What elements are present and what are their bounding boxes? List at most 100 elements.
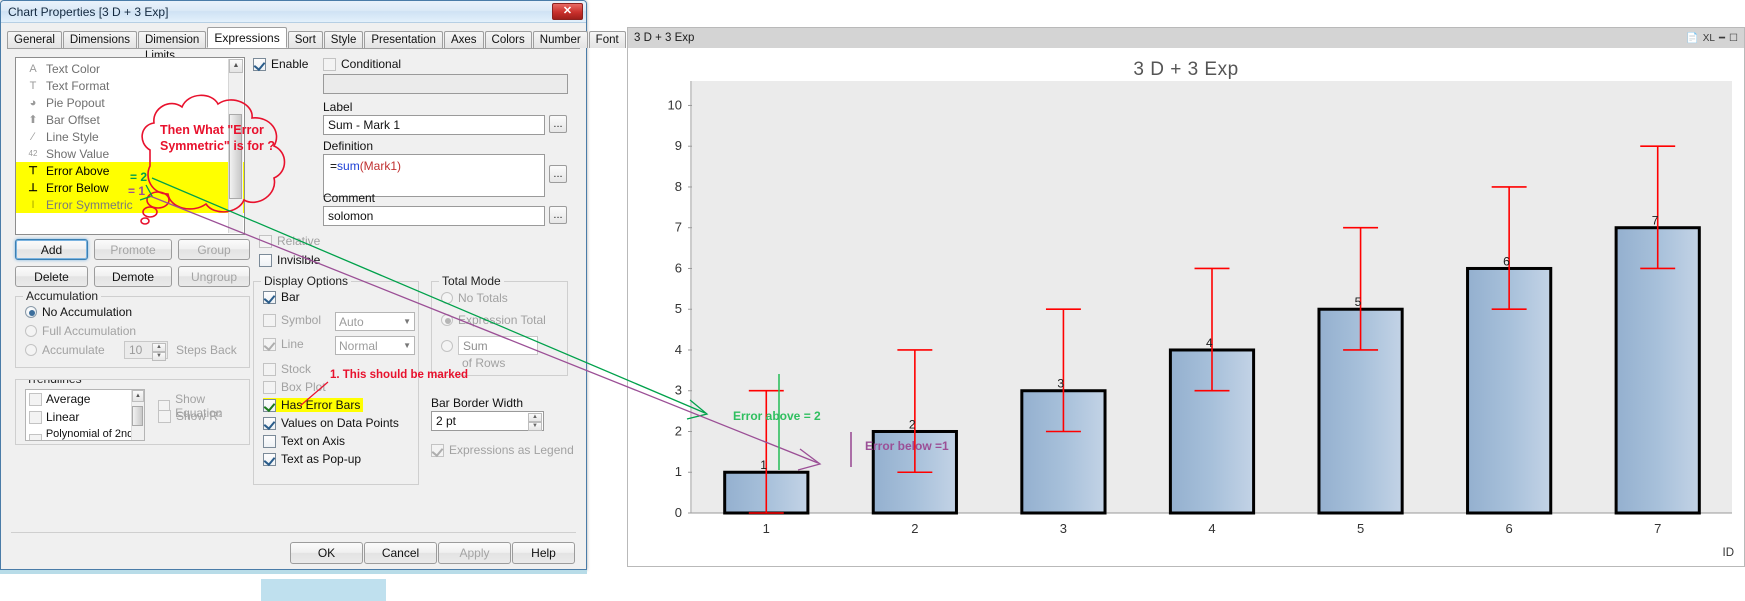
tree-item-text-color[interactable]: A Text Color xyxy=(16,60,244,77)
tab-colors[interactable]: Colors xyxy=(484,31,532,48)
tab-general[interactable]: General xyxy=(7,31,62,48)
has-error-bars-checkbox[interactable]: Has Error Bars xyxy=(263,398,364,412)
scrollbar-thumb[interactable] xyxy=(229,114,242,199)
comment-input[interactable]: solomon xyxy=(323,206,545,226)
symbol-combo-value: Auto xyxy=(339,314,364,329)
y-axis-tick-label: 3 xyxy=(675,383,682,398)
box-plot-checkbox[interactable]: Box Plot xyxy=(263,380,326,394)
symbol-checkbox[interactable]: Symbol xyxy=(263,313,321,327)
label-input[interactable]: Sum - Mark 1 xyxy=(323,115,545,135)
promote-button[interactable]: Promote xyxy=(94,239,172,260)
definition-argument: (Mark1) xyxy=(359,159,402,173)
tree-item-label: Show Value xyxy=(46,146,110,161)
y-axis-tick-label: 4 xyxy=(675,342,682,357)
relative-checkbox[interactable]: Relative xyxy=(259,234,320,248)
expressions-as-legend-checkbox[interactable]: Expressions as Legend xyxy=(431,443,574,457)
add-button[interactable]: Add xyxy=(15,239,88,260)
tree-item-show-value[interactable]: 42 Show Value xyxy=(16,145,244,162)
demote-button[interactable]: Demote xyxy=(94,266,172,287)
tab-sort[interactable]: Sort xyxy=(287,31,323,48)
show-r2-checkbox[interactable]: Show R² xyxy=(158,409,222,423)
tree-item-text-format[interactable]: T Text Format xyxy=(16,77,244,94)
group-button[interactable]: Group xyxy=(178,239,250,260)
x-axis-tick-label: 6 xyxy=(1506,521,1513,536)
tab-presentation[interactable]: Presentation xyxy=(364,31,443,48)
bar-border-width-spinner[interactable]: ▲ ▼ xyxy=(528,413,542,431)
tree-item-pie-popout[interactable]: ◕ Pie Popout xyxy=(16,94,244,111)
radio-full-accumulation[interactable]: Full Accumulation xyxy=(25,324,136,338)
scroll-up-icon[interactable]: ▲ xyxy=(132,390,144,402)
enable-checkbox[interactable]: Enable xyxy=(253,57,308,71)
maximize-icon[interactable]: ☐ xyxy=(1729,33,1738,44)
bar-checkbox[interactable]: Bar xyxy=(263,290,300,304)
tree-item-bar-offset[interactable]: ⬆ Bar Offset xyxy=(16,111,244,128)
tab-dimensions[interactable]: Dimensions xyxy=(62,31,137,48)
radio-accumulate[interactable]: Accumulate xyxy=(25,343,105,357)
trendline-item-average[interactable]: Average xyxy=(26,390,144,408)
comment-ellipsis-button[interactable]: ... xyxy=(549,206,567,224)
checkbox-icon xyxy=(263,398,276,412)
checkbox-icon xyxy=(253,57,266,71)
tree-item-line-style[interactable]: ∕ Line Style xyxy=(16,128,244,145)
line-checkbox[interactable]: Line xyxy=(263,337,304,351)
radio-no-accumulation[interactable]: No Accumulation xyxy=(25,305,132,319)
tab-dimension-limits[interactable]: Dimension Limits xyxy=(138,31,207,62)
help-button[interactable]: Help xyxy=(512,542,575,564)
minimize-icon[interactable]: ━ xyxy=(1719,33,1725,44)
tab-number[interactable]: Number xyxy=(532,31,588,48)
scrollbar-thumb[interactable] xyxy=(132,406,143,426)
cancel-button[interactable]: Cancel xyxy=(364,542,437,564)
trendlines-list[interactable]: Average Linear Polynomial of 2nd d Polyn… xyxy=(25,389,145,441)
definition-ellipsis-button[interactable]: ... xyxy=(549,165,567,183)
trendline-item-poly2[interactable]: Polynomial of 2nd d xyxy=(26,426,144,440)
trendlines-scrollbar[interactable]: ▲ xyxy=(131,390,144,440)
text-on-axis-checkbox[interactable]: Text on Axis xyxy=(263,434,345,448)
radio-sum-of-rows[interactable]: Sum xyxy=(441,336,538,355)
checkbox-icon xyxy=(263,337,276,351)
label-ellipsis-button[interactable]: ... xyxy=(549,115,567,133)
tab-axes[interactable]: Axes xyxy=(443,31,484,48)
radio-label: Expression Total xyxy=(458,313,546,327)
tree-scrollbar[interactable]: ▲ xyxy=(228,59,243,233)
text-as-popup-checkbox[interactable]: Text as Pop-up xyxy=(263,452,361,466)
steps-back-spinner[interactable]: ▲ ▼ xyxy=(152,343,166,361)
export-icon[interactable]: 📄 xyxy=(1686,33,1698,44)
bar[interactable] xyxy=(1614,226,1701,515)
radio-no-totals[interactable]: No Totals xyxy=(441,291,508,305)
definition-caption: Definition xyxy=(323,139,374,153)
y-axis-tick-label: 10 xyxy=(668,97,682,112)
line-combo[interactable]: Normal ▼ xyxy=(335,336,415,355)
tab-font[interactable]: Font xyxy=(588,31,626,48)
checkbox-icon xyxy=(263,416,276,430)
bar-border-width-input[interactable]: 2 pt ▲ ▼ xyxy=(431,411,544,431)
excel-icon[interactable]: XL xyxy=(1703,33,1715,44)
tab-expressions[interactable]: Expressions xyxy=(207,27,287,48)
radio-expression-total[interactable]: Expression Total xyxy=(441,313,546,327)
invisible-checkbox[interactable]: Invisible xyxy=(259,253,320,267)
tab-style[interactable]: Style xyxy=(323,31,364,48)
tree-item-error-symmetric[interactable]: I Error Symmetric xyxy=(16,196,244,213)
tree-item-error-above[interactable]: ⊤ Error Above xyxy=(16,162,244,179)
conditional-checkbox[interactable]: Conditional xyxy=(323,57,401,71)
ungroup-button[interactable]: Ungroup xyxy=(178,266,250,287)
sum-combo[interactable]: Sum xyxy=(458,336,538,355)
expression-attribute-tree[interactable]: A Text Color T Text Format ◕ Pie Popout … xyxy=(15,57,245,235)
scroll-up-icon[interactable]: ▲ xyxy=(229,59,243,73)
stock-checkbox[interactable]: Stock xyxy=(263,362,311,376)
apply-button[interactable]: Apply xyxy=(438,542,511,564)
taskbar-item[interactable] xyxy=(261,579,386,601)
conditional-input[interactable] xyxy=(323,74,568,94)
tree-item-error-below[interactable]: ⊥ Error Below xyxy=(16,179,244,196)
error-symmetric-icon: I xyxy=(31,198,35,211)
delete-button[interactable]: Delete xyxy=(15,266,88,287)
window-bottom-edge xyxy=(0,570,587,574)
x-axis-tick-label: 5 xyxy=(1357,521,1364,536)
ok-button[interactable]: OK xyxy=(290,542,363,564)
close-icon[interactable]: ✕ xyxy=(552,3,583,20)
trendline-item-linear[interactable]: Linear xyxy=(26,408,144,426)
y-axis-tick-label: 9 xyxy=(675,138,682,153)
symbol-combo[interactable]: Auto ▼ xyxy=(335,312,415,331)
steps-back-input[interactable]: 10 ▲ ▼ xyxy=(124,341,168,361)
values-on-data-points-checkbox[interactable]: Values on Data Points xyxy=(263,416,399,430)
definition-prefix: = xyxy=(330,159,338,173)
